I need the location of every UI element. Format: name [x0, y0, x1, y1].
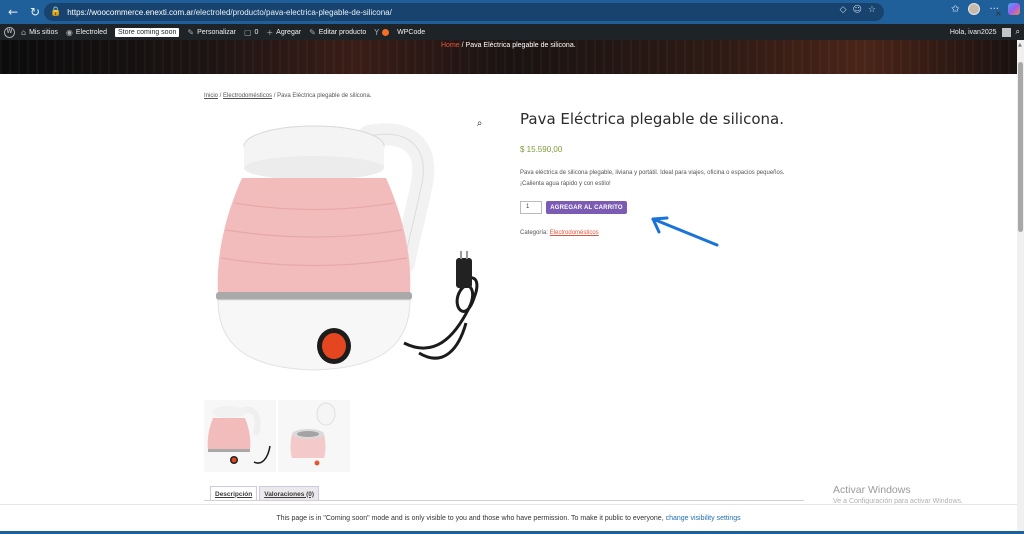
- category-link[interactable]: Electrodomésticos: [550, 230, 599, 236]
- product-category: Categoría: Electrodomésticos: [520, 230, 599, 236]
- quantity-input[interactable]: 1: [520, 201, 542, 214]
- profile-avatar[interactable]: [968, 3, 981, 15]
- admin-greeting[interactable]: Hola, ivan2025: [950, 29, 997, 36]
- admin-personalizar[interactable]: ✎ Personalizar: [187, 28, 236, 37]
- browser-toolbar: ← ↻ 🔒 https://woocommerce.enexti.com.ar/…: [0, 0, 1024, 24]
- admin-coming-soon-badge[interactable]: Store coming soon: [114, 27, 180, 37]
- pencil-icon: ✎: [309, 27, 316, 37]
- favorites-icon[interactable]: ✩: [951, 4, 959, 15]
- favorite-star-icon[interactable]: ☆: [868, 5, 876, 15]
- scroll-up-icon[interactable]: ▲: [1018, 42, 1022, 48]
- watermark-line1: Activar Windows: [833, 484, 911, 496]
- breadcrumb-category[interactable]: Electrodomésticos: [223, 93, 272, 99]
- tab-descripcion[interactable]: Descripción: [210, 486, 258, 501]
- admin-search-icon[interactable]: ⌕: [1016, 27, 1020, 37]
- close-icon[interactable]: ×: [995, 9, 1002, 18]
- coming-soon-notice: This page is in "Coming soon" mode and i…: [0, 504, 1017, 531]
- tag-icon[interactable]: ◇: [840, 5, 847, 15]
- brush-icon: ✎: [187, 27, 195, 37]
- admin-agregar[interactable]: + Agregar: [266, 28, 301, 37]
- yoast-icon: Y: [374, 27, 380, 37]
- category-label: Categoría:: [520, 230, 550, 236]
- admin-site-name[interactable]: ◉ Electroled: [66, 28, 107, 37]
- admin-avatar[interactable]: [1001, 27, 1011, 37]
- admin-yoast[interactable]: Y: [374, 27, 390, 37]
- scroll-thumb[interactable]: [1018, 62, 1023, 232]
- address-bar[interactable]: 🔒 https://woocommerce.enexti.com.ar/elec…: [44, 3, 884, 21]
- zoom-icon[interactable]: ⌕: [471, 115, 488, 132]
- wp-admin-bar: W ⌂ Mis sitios ◉ Electroled Store coming s…: [0, 24, 1024, 40]
- copilot-icon[interactable]: [1008, 3, 1020, 15]
- dashboard-icon: ◉: [65, 27, 73, 37]
- admin-comments[interactable]: ▢ 0: [244, 28, 258, 37]
- product-main-image[interactable]: [204, 108, 496, 398]
- admin-wpcode[interactable]: WPCode: [397, 29, 425, 36]
- lock-icon: 🔒: [50, 7, 62, 17]
- product-title: Pava Eléctrica plegable de silicona.: [520, 110, 784, 128]
- sites-icon: ⌂: [21, 27, 27, 37]
- tabs-divider: [204, 500, 804, 501]
- breadcrumb-inicio[interactable]: Inicio: [204, 93, 218, 99]
- back-icon[interactable]: ←: [4, 3, 22, 21]
- product-short-description: Pava eléctrica de silicona plegable, liv…: [520, 170, 785, 187]
- change-visibility-link[interactable]: change visibility settings: [666, 515, 741, 522]
- wordpress-logo-icon[interactable]: W: [4, 26, 15, 38]
- notice-text: This page is in "Coming soon" mode and i…: [276, 514, 666, 522]
- windows-activation-watermark: Activar Windows Ve a Configuración para …: [833, 484, 963, 505]
- add-to-cart-button[interactable]: AGREGAR AL CARRITO: [546, 201, 627, 214]
- url-text: https://woocommerce.enexti.com.ar/electr…: [67, 7, 392, 17]
- admin-editar-producto[interactable]: ✎ Editar producto: [309, 28, 366, 37]
- breadcrumb: Inicio / Electrodomésticos / Pava Eléctr…: [204, 93, 371, 99]
- reader-icon[interactable]: ☺: [853, 5, 862, 15]
- hero-crumb-home[interactable]: Home: [441, 42, 460, 49]
- product-thumbnail-1[interactable]: [204, 400, 276, 472]
- product-thumbnail-2[interactable]: [278, 400, 350, 472]
- product-price: $ 15.590,00: [520, 145, 563, 154]
- hero-crumb-current: Pava Eléctrica plegable de silicona.: [465, 42, 576, 49]
- seo-status-dot: [382, 28, 390, 36]
- annotation-arrow-icon: [651, 216, 719, 247]
- product-tabs: Descripción Valoraciones (0): [210, 486, 320, 501]
- breadcrumb-current: Pava Eléctrica plegable de silicona.: [277, 93, 372, 99]
- admin-mis-sitios[interactable]: ⌂ Mis sitios: [21, 28, 58, 37]
- plus-icon: +: [266, 27, 274, 37]
- comment-icon: ▢: [243, 27, 252, 37]
- hero-breadcrumb: Home / Pava Eléctrica plegable de silico…: [441, 42, 576, 49]
- refresh-icon[interactable]: ↻: [26, 3, 44, 21]
- tab-valoraciones[interactable]: Valoraciones (0): [259, 486, 320, 501]
- page-scrollbar[interactable]: ▲: [1017, 40, 1024, 534]
